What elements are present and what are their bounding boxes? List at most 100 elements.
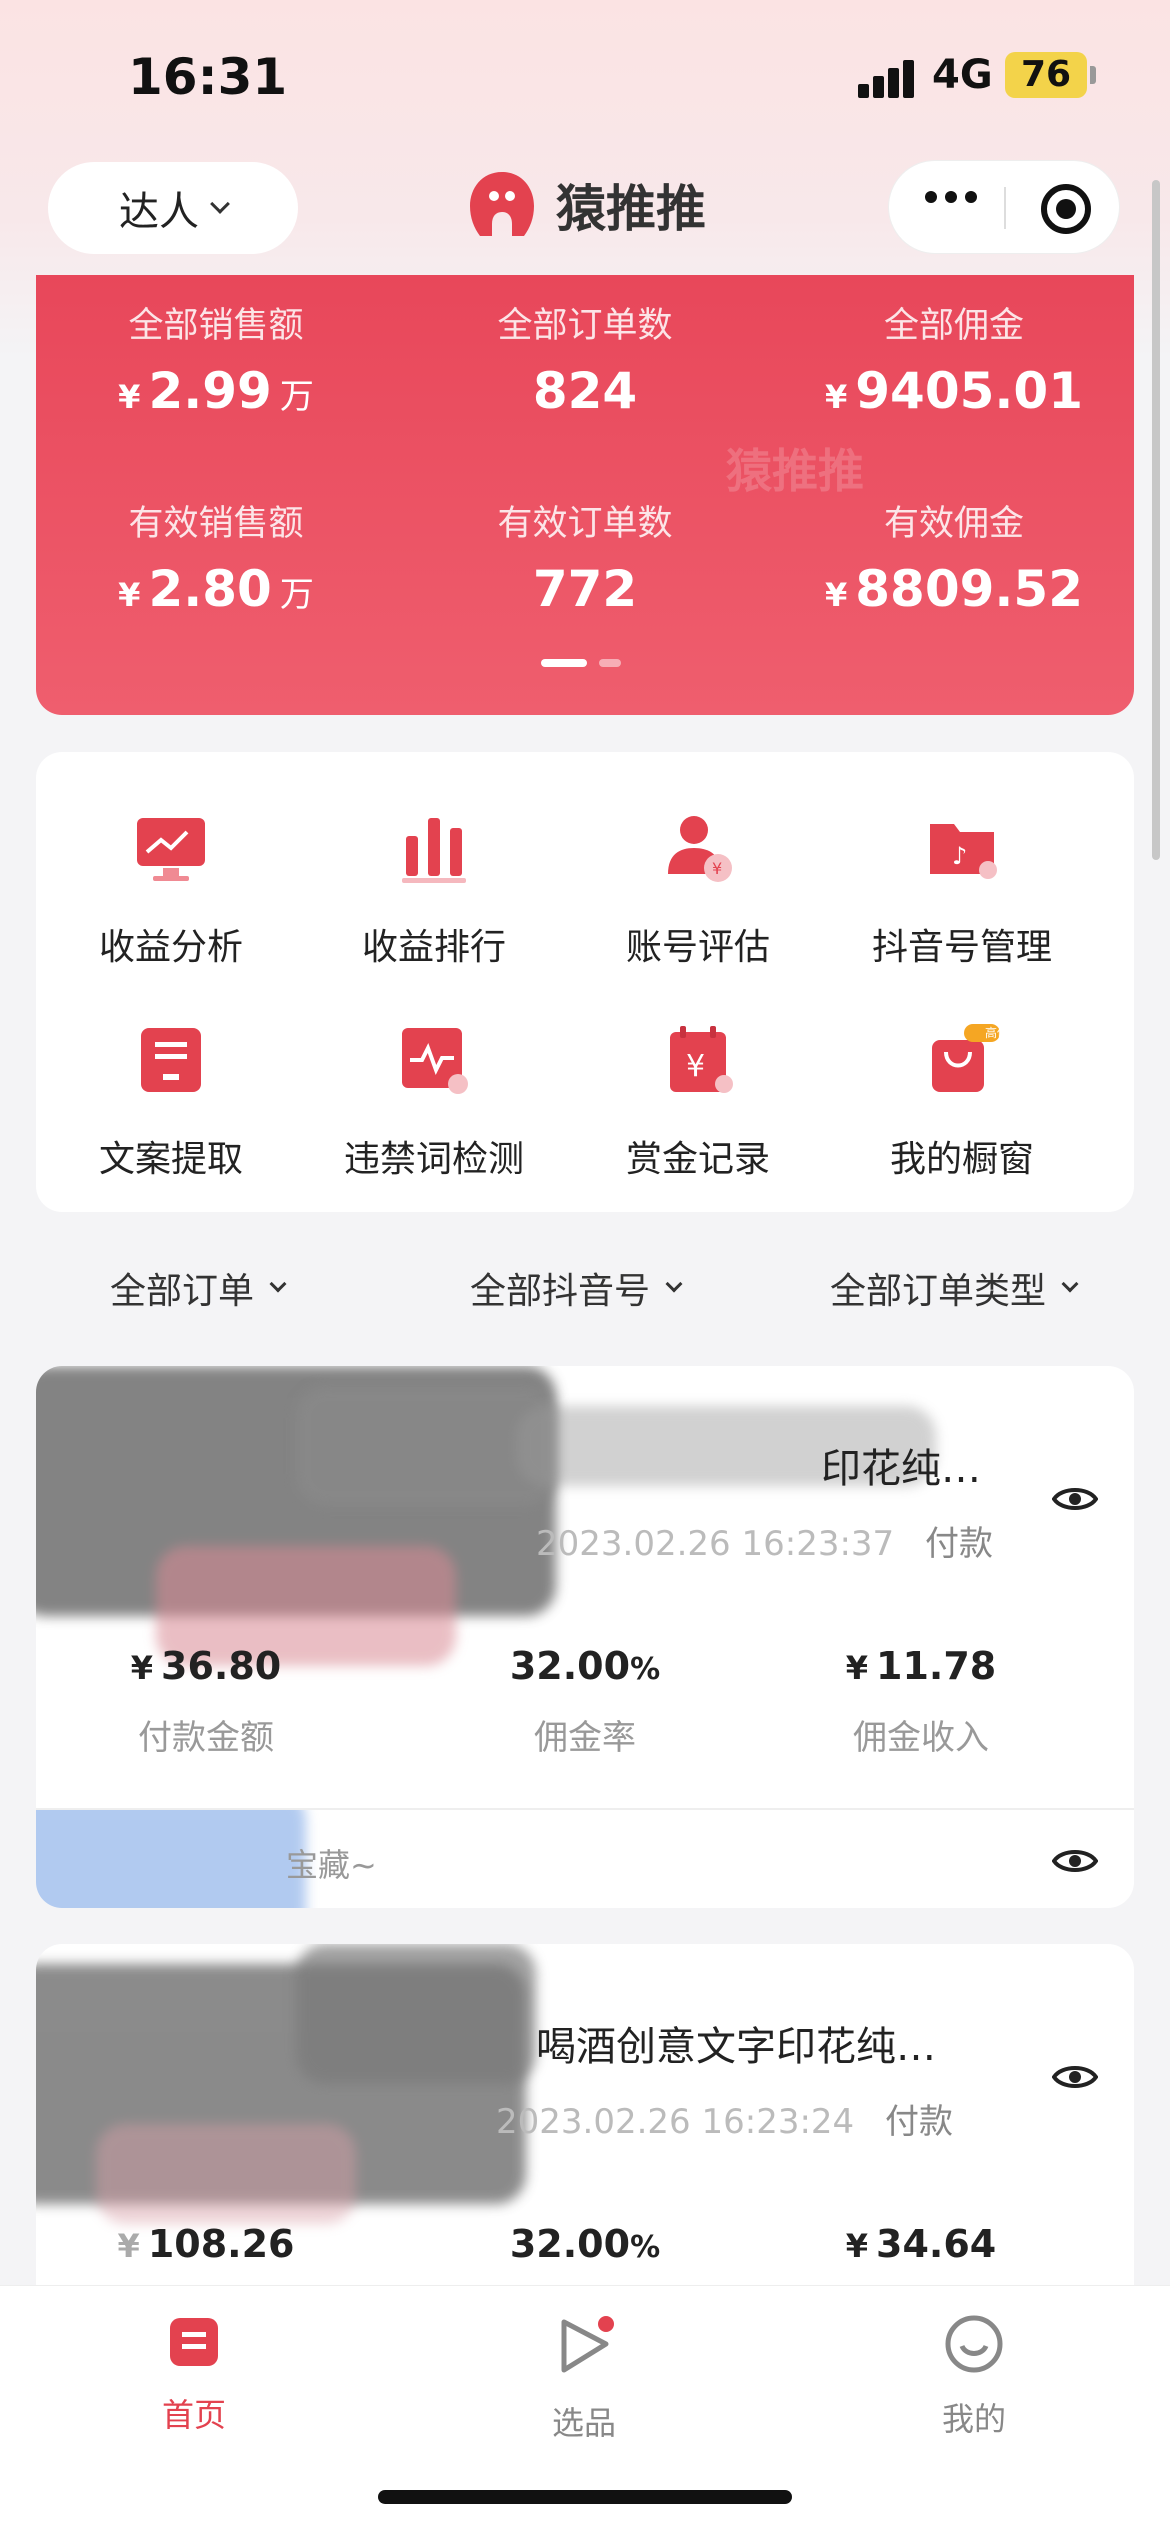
stat-label: 有效订单数 bbox=[497, 504, 673, 544]
tool-banned-words-check[interactable]: 违禁词检测 bbox=[299, 1022, 569, 1182]
stat-label: 全部订单数 bbox=[497, 306, 673, 346]
metric-rate: 32.00% bbox=[415, 2222, 755, 2266]
redaction-scribble bbox=[96, 2124, 356, 2224]
commission-income: 11.78 bbox=[876, 1644, 997, 1688]
network-type: 4G bbox=[932, 52, 993, 98]
pulse-check-icon bbox=[402, 1028, 468, 1094]
eye-icon[interactable] bbox=[1052, 1484, 1098, 1514]
filter-all-orders[interactable]: 全部订单 bbox=[110, 1262, 287, 1314]
stat-value: 2.80 bbox=[148, 560, 272, 618]
metric-commission: ¥34.64 bbox=[751, 2222, 1091, 2266]
tool-douyin-account-management[interactable]: ♪ 抖音号管理 bbox=[827, 810, 1097, 970]
metric-label: 付款金额 bbox=[138, 1718, 274, 1758]
chevron-down-icon bbox=[665, 1275, 683, 1293]
carousel-dots bbox=[541, 659, 621, 667]
home-indicator[interactable] bbox=[378, 2490, 792, 2504]
tool-bounty-records[interactable]: ¥ 赏金记录 bbox=[563, 1022, 833, 1182]
scrollbar[interactable] bbox=[1152, 180, 1160, 860]
yen-calendar-icon: ¥ bbox=[670, 1026, 733, 1093]
tool-earnings-ranking[interactable]: 收益排行 bbox=[299, 810, 569, 970]
metric-label: 佣金收入 bbox=[853, 1718, 989, 1758]
filter-label: 全部抖音号 bbox=[470, 1271, 651, 1312]
order-note-row[interactable]: 宝藏~ bbox=[36, 1808, 1134, 1908]
rate-unit: % bbox=[630, 2230, 661, 2265]
tool-label: 抖音号管理 bbox=[871, 927, 1052, 968]
metric-commission: ¥11.78 佣金收入 bbox=[751, 1644, 1091, 1759]
role-selector[interactable]: 达人 bbox=[48, 162, 298, 254]
tool-my-showcase[interactable]: 高佣 我的橱窗 bbox=[827, 1022, 1097, 1182]
app-name: 猿推推 bbox=[556, 180, 706, 238]
order-time: 2023.02.26 16:23:37 付款 bbox=[536, 1516, 993, 1565]
chevron-down-icon bbox=[210, 194, 230, 214]
tool-account-evaluation[interactable]: ¥ 账号评估 bbox=[563, 810, 833, 970]
redaction-scribble bbox=[36, 1810, 306, 1908]
order-status: 付款 bbox=[925, 1524, 993, 1564]
tool-label: 收益分析 bbox=[98, 927, 243, 968]
metric-payment: ¥36.80 付款金额 bbox=[36, 1644, 376, 1759]
tool-label: 文案提取 bbox=[98, 1139, 243, 1180]
stats-card[interactable]: 猿推推 全部销售额 ¥2.99 万 全部订单数 824 全部佣金 ¥9405.01… bbox=[36, 275, 1134, 715]
stat-value: 824 bbox=[532, 362, 638, 420]
order-title: 印花纯… bbox=[821, 1446, 981, 1492]
redaction-scribble bbox=[296, 1944, 536, 2084]
close-target-icon[interactable] bbox=[1041, 184, 1091, 234]
tool-label: 赏金记录 bbox=[625, 1139, 770, 1180]
chevron-down-icon bbox=[1061, 1275, 1079, 1293]
commission-rate: 32.00 bbox=[509, 2222, 631, 2266]
tools-grid: 收益分析 收益排行 ¥ 账号评估 ♪ 抖音号管理 文案提取 违禁词检测 ¥ 赏金… bbox=[36, 752, 1134, 1212]
monitor-chart-icon bbox=[137, 818, 205, 881]
stat-unit: 万 bbox=[279, 377, 314, 417]
commission-rate: 32.00 bbox=[509, 1644, 631, 1688]
status-bar: 16:31 4G 76 bbox=[0, 0, 1170, 150]
stat-unit: 万 bbox=[279, 575, 314, 615]
tab-mine[interactable]: 我的 bbox=[874, 2314, 1074, 2440]
eye-icon[interactable] bbox=[1052, 1846, 1098, 1876]
stat-value: 772 bbox=[532, 560, 638, 618]
stat-value: 8809.52 bbox=[855, 560, 1083, 618]
order-time: 2023.02.26 16:23:24 付款 bbox=[496, 2094, 953, 2143]
currency-symbol: ¥ bbox=[845, 1649, 869, 1687]
stat-currency: ¥ bbox=[118, 576, 141, 614]
gorilla-logo-icon bbox=[470, 172, 534, 236]
carousel-dot bbox=[599, 659, 621, 667]
tool-label: 收益排行 bbox=[361, 927, 506, 968]
order-status: 付款 bbox=[885, 2102, 953, 2142]
stat-currency: ¥ bbox=[118, 378, 141, 416]
eye-icon[interactable] bbox=[1052, 2062, 1098, 2092]
brand: 猿推推 bbox=[462, 166, 706, 244]
stat-total-commission: 全部佣金 ¥9405.01 bbox=[774, 297, 1134, 420]
stat-label: 全部销售额 bbox=[128, 306, 304, 346]
tool-label: 违禁词检测 bbox=[343, 1139, 524, 1180]
order-card[interactable]: 喝酒创意文字印花纯… 2023.02.26 16:23:24 付款 ¥108.2… bbox=[36, 1944, 1134, 2285]
svg-text:¥: ¥ bbox=[712, 859, 722, 878]
filter-all-accounts[interactable]: 全部抖音号 bbox=[470, 1262, 683, 1314]
tool-copy-extraction[interactable]: 文案提取 bbox=[36, 1022, 306, 1182]
user-yen-icon: ¥ bbox=[668, 816, 732, 882]
status-time: 16:31 bbox=[128, 48, 288, 106]
mini-program-capsule bbox=[888, 160, 1120, 254]
stat-currency: ¥ bbox=[825, 378, 848, 416]
stat-total-orders: 全部订单数 824 bbox=[405, 297, 765, 420]
more-icon[interactable] bbox=[925, 191, 977, 203]
stat-value: 9405.01 bbox=[855, 362, 1083, 420]
stat-total-sales: 全部销售额 ¥2.99 万 bbox=[36, 297, 396, 420]
stat-valid-commission: 有效佣金 ¥8809.52 bbox=[774, 495, 1134, 618]
tab-home[interactable]: 首页 bbox=[94, 2314, 294, 2436]
chevron-down-icon bbox=[269, 1275, 287, 1293]
role-label: 达人 bbox=[119, 189, 199, 235]
filter-label: 全部订单类型 bbox=[830, 1271, 1047, 1312]
order-timestamp: 2023.02.26 16:23:37 bbox=[536, 1524, 895, 1564]
stat-label: 有效销售额 bbox=[128, 504, 304, 544]
capsule-divider bbox=[1004, 187, 1006, 229]
metric-label: 佣金率 bbox=[534, 1718, 636, 1758]
tool-earnings-analysis[interactable]: 收益分析 bbox=[36, 810, 306, 970]
bar-chart-icon bbox=[402, 818, 466, 883]
filter-all-order-types[interactable]: 全部订单类型 bbox=[830, 1262, 1079, 1314]
tab-label: 我的 bbox=[941, 2400, 1006, 2438]
battery-tip bbox=[1090, 66, 1096, 84]
stat-valid-sales: 有效销售额 ¥2.80 万 bbox=[36, 495, 396, 618]
play-tab-icon bbox=[561, 2316, 614, 2373]
battery-icon: 76 bbox=[1005, 52, 1087, 98]
currency-symbol: ¥ bbox=[845, 2227, 869, 2265]
tab-select-products[interactable]: 选品 bbox=[484, 2314, 684, 2444]
